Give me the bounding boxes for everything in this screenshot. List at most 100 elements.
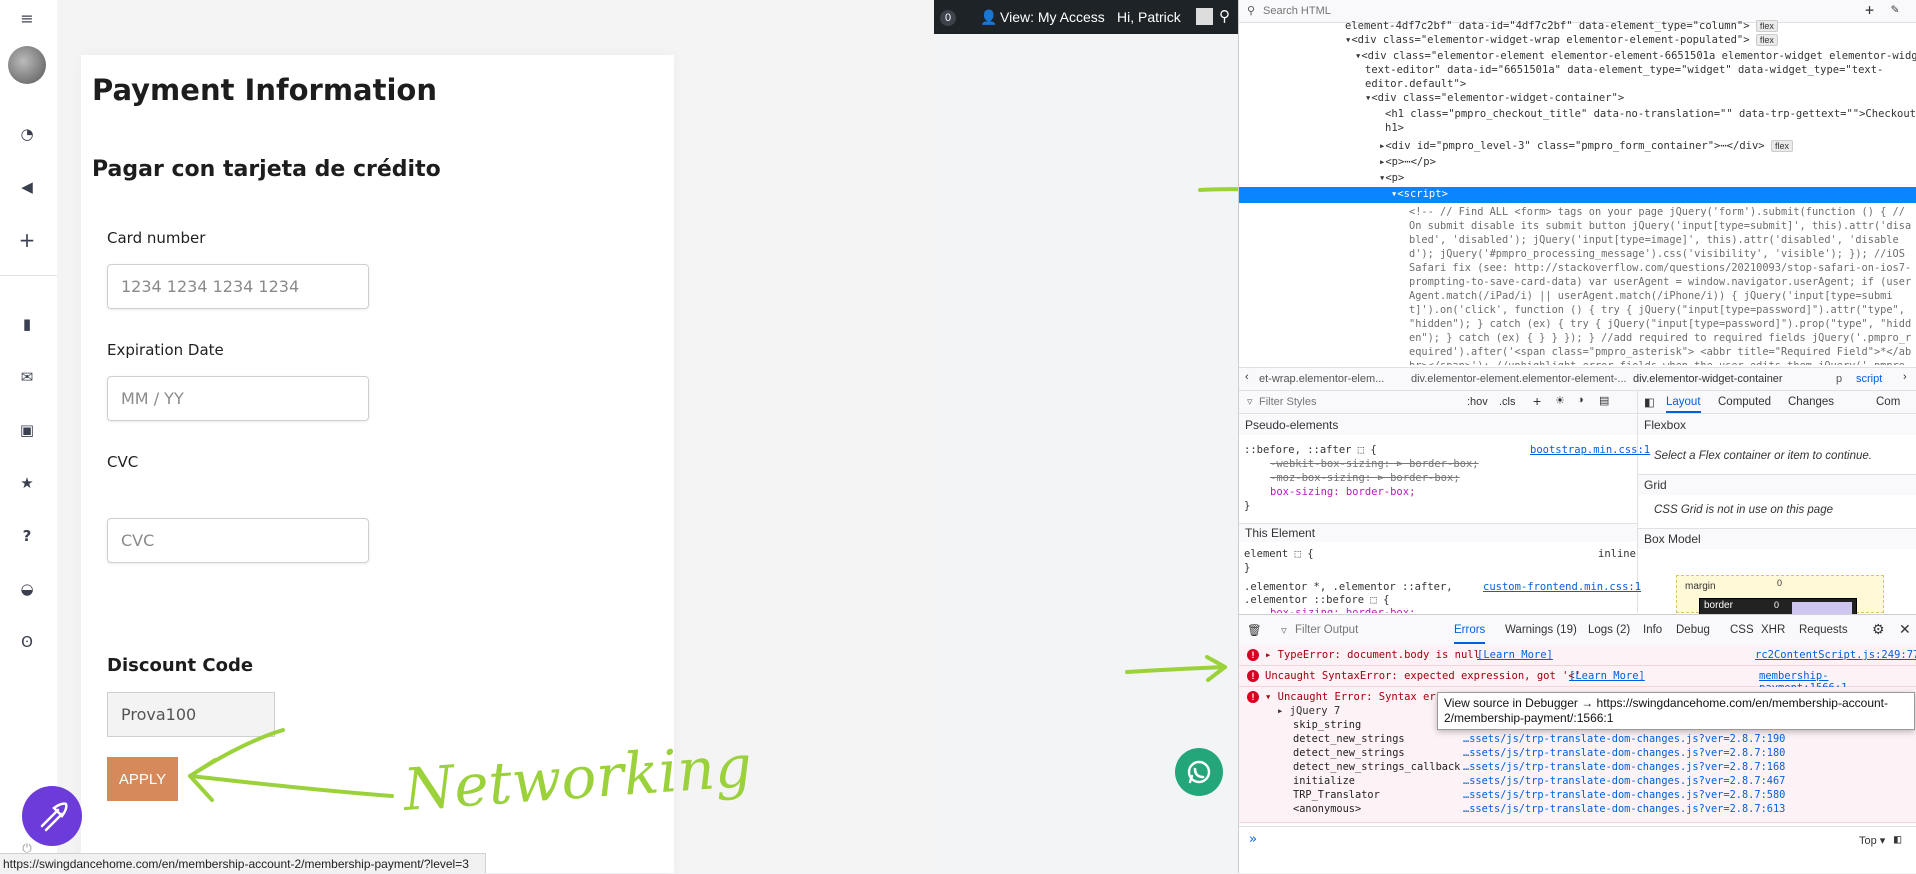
breadcrumb-item[interactable]: div.elementor-element.elementor-element-…	[1411, 373, 1627, 385]
this-element-header: This Element	[1239, 523, 1637, 542]
box-model-margin: margin 0 border 0	[1676, 575, 1884, 616]
rocket-icon	[40, 802, 68, 832]
jquery-frame-group[interactable]: ▸ jQuery 7	[1277, 705, 1340, 717]
learn-more-link[interactable]: [Learn More]	[1477, 649, 1553, 661]
rule-selector: .elementor ::before ⬚ {	[1244, 594, 1390, 606]
breadcrumb-item[interactable]: et-wrap.elementor-elem...	[1259, 373, 1384, 385]
console-error-row[interactable]: ! ▸ TypeError: document.body is null [Le…	[1239, 645, 1916, 666]
tab-debug[interactable]: Debug	[1676, 624, 1710, 636]
notification-count[interactable]: 0	[940, 10, 956, 26]
search-icon[interactable]: ⚲	[1219, 7, 1230, 25]
element-rule-close: }	[1244, 562, 1251, 574]
gear-icon[interactable]: ⚙	[1872, 621, 1885, 638]
tab-layout[interactable]: Layout	[1666, 396, 1701, 413]
annotation-text: Networking	[399, 732, 754, 824]
rule-source-link[interactable]: bootstrap.min.css:1	[1530, 444, 1650, 456]
tree-node-continuation: text-editor" data-id="6651501a" data-ele…	[1365, 64, 1884, 76]
tab-changes[interactable]: Changes	[1788, 396, 1834, 408]
console-toolbar: 🗑 ▿ Filter Output Errors Warnings (19) L…	[1239, 614, 1916, 646]
breadcrumb-item[interactable]: script	[1856, 373, 1882, 385]
assistant-fab[interactable]	[22, 786, 82, 846]
inline-label: inline	[1598, 548, 1636, 560]
tree-node[interactable]: ▾<div class="elementor-widget-wrap eleme…	[1345, 34, 1778, 46]
tab-css[interactable]: CSS	[1730, 624, 1754, 636]
error-source-link[interactable]: rc2ContentScript.js:249:77	[1755, 649, 1916, 661]
sidebar-toggle-icon[interactable]: ◧	[1644, 395, 1655, 409]
tree-node[interactable]: ▸<div id="pmpro_level-3" class="pmpro_fo…	[1379, 140, 1793, 152]
arrow-to-apply-tail	[188, 774, 394, 798]
eyedropper-icon[interactable]: ✎	[1891, 2, 1899, 17]
flexbox-message: Select a Flex container or item to conti…	[1654, 450, 1872, 462]
arrow-to-error	[1125, 655, 1227, 682]
view-access-link[interactable]: View: My Access	[1000, 9, 1105, 25]
context-selector[interactable]: Top ▾	[1859, 834, 1885, 847]
user-icon: 👤	[980, 9, 998, 25]
rule-selector: ::before, ::after ⬚ {	[1244, 444, 1377, 456]
tree-node[interactable]: ▾<div class="elementor-element elementor…	[1355, 50, 1916, 62]
filter-output-input[interactable]: Filter Output	[1295, 624, 1358, 636]
tree-node-continuation: editor.default">	[1365, 78, 1467, 90]
tab-requests[interactable]: Requests	[1799, 624, 1848, 636]
tab-xhr[interactable]: XHR	[1761, 624, 1785, 636]
breadcrumb: ‹ et-wrap.elementor-elem... div.elemento…	[1239, 367, 1916, 391]
pseudo-elements-header[interactable]: Pseudo-elements	[1239, 415, 1637, 435]
tree-node[interactable]: ▸<p>⋯</p>	[1379, 156, 1436, 168]
tab-warnings[interactable]: Warnings (19)	[1505, 624, 1577, 636]
tab-computed[interactable]: Computed	[1718, 396, 1771, 408]
print-icon[interactable]: ▤	[1599, 394, 1609, 407]
error-icon: !	[1247, 670, 1259, 682]
trash-icon[interactable]: 🗑	[1247, 623, 1262, 637]
tab-logs[interactable]: Logs (2)	[1588, 624, 1630, 636]
box-model-header[interactable]: Box Model	[1638, 528, 1916, 549]
rule-selector: .elementor *, .elementor ::after,	[1244, 581, 1453, 593]
rule-property: box-sizing: border-box;	[1270, 607, 1416, 613]
filter-icon: ▿	[1281, 625, 1287, 637]
tree-node[interactable]: <h1 class="pmpro_checkout_title" data-no…	[1385, 108, 1916, 120]
admin-avatar[interactable]	[1196, 8, 1213, 25]
rules-toolbar: ▿ Filter Styles :hov .cls + ☀ ◑ ▤	[1239, 391, 1637, 414]
console-prompt: »	[1249, 832, 1257, 847]
class-toggle[interactable]: .cls	[1499, 396, 1516, 408]
whatsapp-button[interactable]	[1175, 748, 1223, 796]
rule-property[interactable]: box-sizing: border-box;	[1270, 486, 1415, 498]
selected-tree-node[interactable]: ▾<script>	[1239, 187, 1916, 203]
console-error-row[interactable]: ! Uncaught SyntaxError: expected express…	[1239, 666, 1916, 694]
rule-source-link[interactable]: custom-frontend.min.css:1	[1483, 581, 1641, 593]
hover-state-toggle[interactable]: :hov	[1467, 396, 1488, 408]
flexbox-header[interactable]: Flexbox	[1638, 415, 1916, 435]
tab-info[interactable]: Info	[1643, 624, 1662, 636]
close-icon[interactable]: ✕	[1899, 621, 1911, 638]
error-icon: !	[1247, 649, 1259, 661]
breadcrumb-item[interactable]: p	[1836, 373, 1842, 385]
tree-node[interactable]: ▾<div class="elementor-widget-container"…	[1365, 92, 1624, 104]
search-icon: ⚲	[1247, 4, 1256, 17]
chevron-left-icon[interactable]: ‹	[1245, 371, 1249, 383]
admin-bar: 0 👤 View: My Access Hi, Patrick ⚲	[934, 0, 1238, 34]
dark-mode-icon[interactable]: ◑	[1577, 394, 1584, 406]
greeting-link[interactable]: Hi, Patrick	[1117, 9, 1181, 25]
add-node-icon[interactable]: +	[1865, 1, 1874, 19]
learn-more-link[interactable]: [Learn More]	[1569, 670, 1645, 682]
grid-header[interactable]: Grid	[1638, 474, 1916, 495]
grid-message: CSS Grid is not in use on this page	[1654, 504, 1833, 516]
breadcrumb-item[interactable]: div.elementor-widget-container	[1633, 373, 1783, 385]
devtools-panel: ⚲ + ✎ element-4df7c2bf" data-id="4df7c2b…	[1238, 0, 1916, 873]
element-rule[interactable]: element ⬚ {	[1244, 548, 1314, 560]
search-html-input[interactable]	[1261, 2, 1825, 20]
script-content: <!-- // Find ALL <form> tags on your pag…	[1409, 206, 1912, 365]
chevron-right-icon[interactable]: ›	[1903, 371, 1907, 383]
tab-compatibility[interactable]: Com	[1876, 396, 1900, 408]
rule-property[interactable]: -webkit-box-sizing: ⊳ border-box;	[1270, 458, 1479, 470]
filter-icon: ▿	[1247, 396, 1253, 408]
tree-node[interactable]: ▾<p>	[1379, 172, 1404, 184]
light-mode-icon[interactable]: ☀	[1555, 394, 1565, 407]
filter-styles-input[interactable]: Filter Styles	[1259, 396, 1316, 408]
whatsapp-icon	[1187, 760, 1211, 784]
add-rule-icon[interactable]: +	[1533, 393, 1541, 409]
rule-property[interactable]: -moz-box-sizing: ⊳ border-box;	[1270, 472, 1460, 484]
tree-node[interactable]: element-4df7c2bf" data-id="4df7c2bf" dat…	[1345, 20, 1778, 32]
tab-errors[interactable]: Errors	[1454, 624, 1486, 644]
split-console-icon[interactable]: ◧	[1894, 832, 1901, 846]
console-input[interactable]: » Top ▾ ◧	[1239, 826, 1916, 855]
tree-node-continuation: h1>	[1385, 122, 1404, 134]
